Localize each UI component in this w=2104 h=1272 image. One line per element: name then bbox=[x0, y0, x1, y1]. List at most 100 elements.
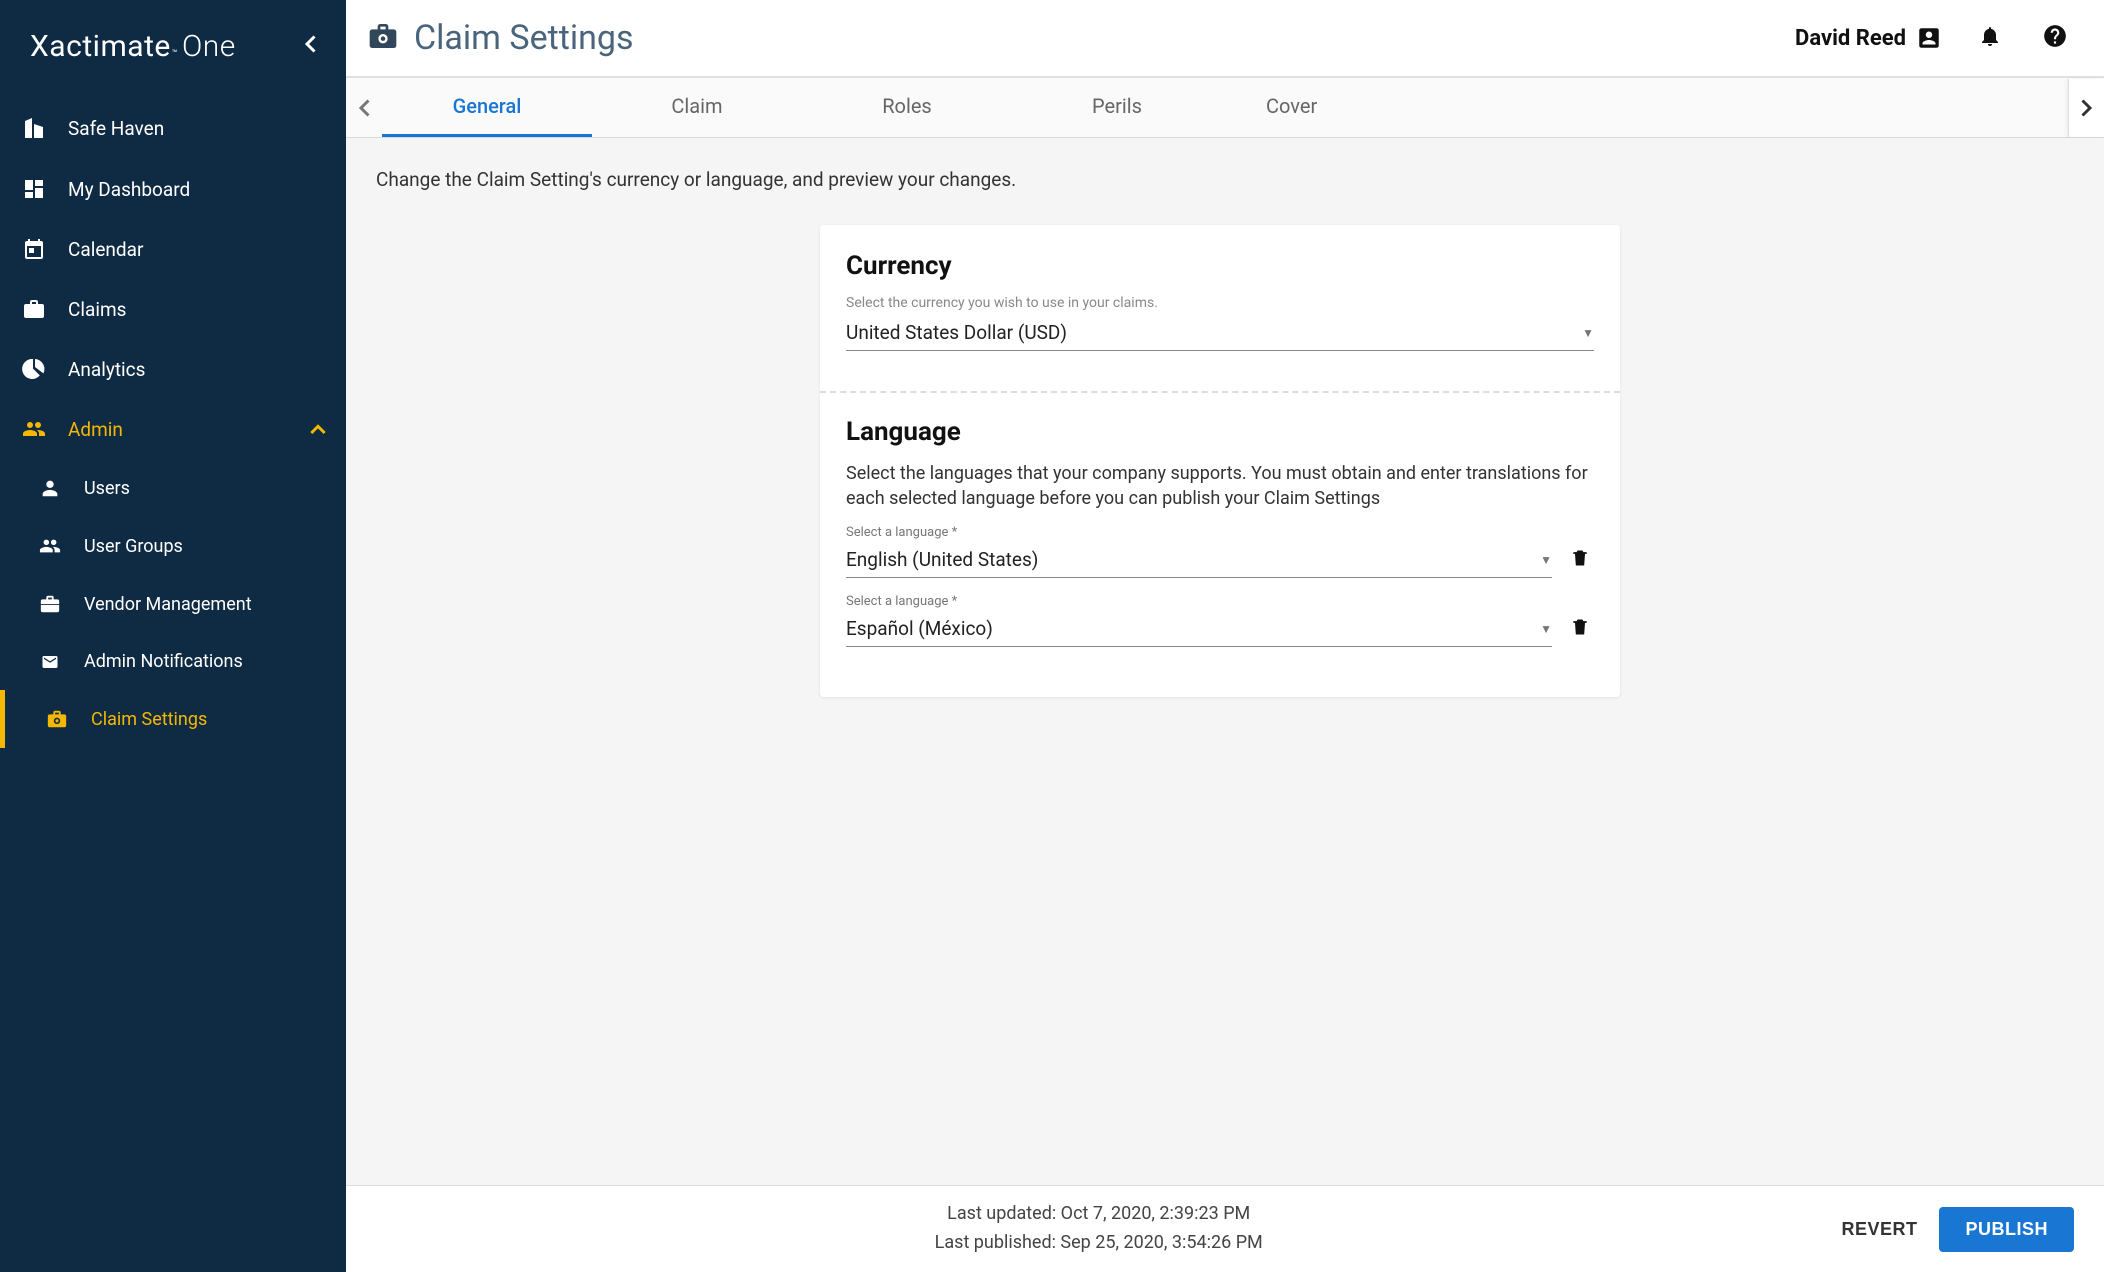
brand-name-2: One bbox=[182, 29, 236, 64]
last-updated-text: Last updated: Oct 7, 2020, 2:39:23 PM bbox=[376, 1200, 1821, 1229]
briefcase-solid-icon bbox=[39, 593, 61, 615]
tab-general[interactable]: General bbox=[382, 78, 592, 137]
sidebar-item-users[interactable]: Users bbox=[0, 459, 346, 517]
tab-label: Roles bbox=[882, 94, 932, 118]
currency-value: United States Dollar (USD) bbox=[846, 321, 1067, 344]
language-field-label: Select a language * bbox=[846, 594, 1594, 609]
tab-row: General Claim Roles Perils Cover bbox=[382, 78, 2068, 137]
footer-actions: REVERT PUBLISH bbox=[1841, 1207, 2074, 1252]
tab-label: General bbox=[453, 94, 522, 118]
topbar: Claim Settings David Reed bbox=[346, 0, 2104, 78]
section-divider bbox=[820, 391, 1620, 393]
sidebar-item-user-groups[interactable]: User Groups bbox=[0, 517, 346, 575]
briefcase-gear-icon bbox=[366, 20, 400, 56]
admin-subnav: Users User Groups Vendor Management Admi… bbox=[0, 459, 346, 748]
sidebar-item-admin-notifications[interactable]: Admin Notifications bbox=[0, 633, 346, 690]
currency-select[interactable]: United States Dollar (USD) ▼ bbox=[846, 315, 1594, 351]
brand-logo: Xactimate™ One bbox=[30, 29, 236, 64]
briefcase-gear-icon bbox=[45, 708, 69, 730]
help-button[interactable] bbox=[2042, 23, 2068, 53]
tab-perils[interactable]: Perils bbox=[1012, 78, 1222, 137]
sidebar-item-label: Claim Settings bbox=[91, 709, 207, 730]
sidebar-item-vendor-management[interactable]: Vendor Management bbox=[0, 575, 346, 633]
sidebar-item-label: Admin bbox=[68, 418, 123, 441]
delete-language-button-1[interactable] bbox=[1566, 611, 1594, 647]
sidebar-collapse-button[interactable] bbox=[298, 28, 322, 65]
tab-scroll-right[interactable] bbox=[2068, 79, 2104, 137]
sidebar-item-my-dashboard[interactable]: My Dashboard bbox=[0, 159, 346, 219]
sidebar-item-label: Claims bbox=[68, 298, 126, 321]
language-field-label: Select a language * bbox=[846, 525, 1594, 540]
language-value: Español (México) bbox=[846, 617, 993, 640]
sidebar-item-label: My Dashboard bbox=[68, 178, 190, 201]
language-value: English (United States) bbox=[846, 548, 1038, 571]
tab-label: Cover bbox=[1266, 94, 1317, 118]
intro-text: Change the Claim Setting's currency or l… bbox=[376, 168, 2064, 191]
tab-strip: General Claim Roles Perils Cover bbox=[346, 78, 2104, 138]
language-desc: Select the languages that your company s… bbox=[846, 461, 1594, 511]
settings-card: Currency Select the currency you wish to… bbox=[820, 225, 1620, 697]
sidebar-item-admin[interactable]: Admin bbox=[0, 399, 346, 459]
sidebar-item-claims[interactable]: Claims bbox=[0, 279, 346, 339]
footer-bar: Last updated: Oct 7, 2020, 2:39:23 PM La… bbox=[346, 1185, 2104, 1272]
language-section: Language Select the languages that your … bbox=[846, 417, 1594, 687]
sidebar-header: Xactimate™ One bbox=[0, 0, 346, 93]
language-select-0[interactable]: English (United States) ▼ bbox=[846, 542, 1552, 578]
trash-icon bbox=[1570, 615, 1590, 639]
sidebar-item-label: Safe Haven bbox=[68, 117, 164, 140]
tab-scroll-left[interactable] bbox=[346, 79, 382, 137]
currency-heading: Currency bbox=[846, 251, 1594, 281]
briefcase-icon bbox=[22, 297, 46, 321]
chevron-left-icon bbox=[358, 99, 370, 117]
pie-chart-icon bbox=[22, 357, 46, 381]
publish-button[interactable]: PUBLISH bbox=[1939, 1207, 2074, 1252]
dropdown-caret-icon: ▼ bbox=[1540, 622, 1552, 636]
language-row-1: Select a language * Español (México) ▼ bbox=[846, 594, 1594, 647]
notifications-button[interactable] bbox=[1978, 23, 2002, 53]
building-icon bbox=[22, 115, 46, 141]
tab-cover[interactable]: Cover bbox=[1222, 78, 1361, 137]
tab-label: Claim bbox=[671, 94, 722, 118]
language-row-0: Select a language * English (United Stat… bbox=[846, 525, 1594, 578]
currency-section: Currency Select the currency you wish to… bbox=[846, 251, 1594, 391]
sidebar-item-analytics[interactable]: Analytics bbox=[0, 339, 346, 399]
main-area: Claim Settings David Reed General Claim … bbox=[346, 0, 2104, 1272]
tab-label: Perils bbox=[1092, 94, 1142, 118]
sidebar-item-claim-settings[interactable]: Claim Settings bbox=[0, 690, 346, 748]
user-menu[interactable]: David Reed bbox=[1795, 25, 1942, 51]
page-title: Claim Settings bbox=[414, 18, 634, 58]
tab-claim[interactable]: Claim bbox=[592, 78, 802, 137]
sidebar-item-label: Calendar bbox=[68, 238, 143, 261]
chevron-left-icon bbox=[304, 35, 316, 53]
delete-language-button-0[interactable] bbox=[1566, 542, 1594, 578]
dropdown-caret-icon: ▼ bbox=[1540, 553, 1552, 567]
tab-roles[interactable]: Roles bbox=[802, 78, 1012, 137]
trash-icon bbox=[1570, 546, 1590, 570]
sidebar-item-calendar[interactable]: Calendar bbox=[0, 219, 346, 279]
last-published-text: Last published: Sep 25, 2020, 3:54:26 PM bbox=[376, 1229, 1821, 1258]
account-box-icon bbox=[1916, 25, 1942, 51]
dropdown-caret-icon: ▼ bbox=[1582, 326, 1594, 340]
chevron-right-icon bbox=[2081, 99, 2093, 117]
person-icon bbox=[39, 477, 61, 499]
brand-name-1: Xactimate bbox=[30, 29, 171, 64]
sidebar-item-label: Vendor Management bbox=[84, 594, 252, 615]
sidebar-item-safe-haven[interactable]: Safe Haven bbox=[0, 97, 346, 159]
brand-tm: ™ bbox=[172, 49, 178, 59]
help-icon bbox=[2042, 23, 2068, 49]
user-name: David Reed bbox=[1795, 26, 1906, 51]
revert-button[interactable]: REVERT bbox=[1841, 1219, 1917, 1240]
language-select-1[interactable]: Español (México) ▼ bbox=[846, 611, 1552, 647]
topbar-icons bbox=[1978, 23, 2068, 53]
content-scroll[interactable]: Change the Claim Setting's currency or l… bbox=[346, 138, 2104, 1185]
sidebar-item-label: Users bbox=[84, 478, 130, 499]
currency-field: United States Dollar (USD) ▼ bbox=[846, 315, 1594, 351]
nav-list: Safe Haven My Dashboard Calendar Claims … bbox=[0, 97, 346, 459]
dashboard-icon bbox=[22, 177, 46, 201]
content-inner: Change the Claim Setting's currency or l… bbox=[346, 138, 2104, 737]
sidebar-item-label: User Groups bbox=[84, 536, 183, 557]
sidebar-item-label: Analytics bbox=[68, 358, 145, 381]
sidebar-item-label: Admin Notifications bbox=[84, 651, 243, 672]
language-heading: Language bbox=[846, 417, 1594, 447]
people-icon bbox=[21, 417, 47, 441]
